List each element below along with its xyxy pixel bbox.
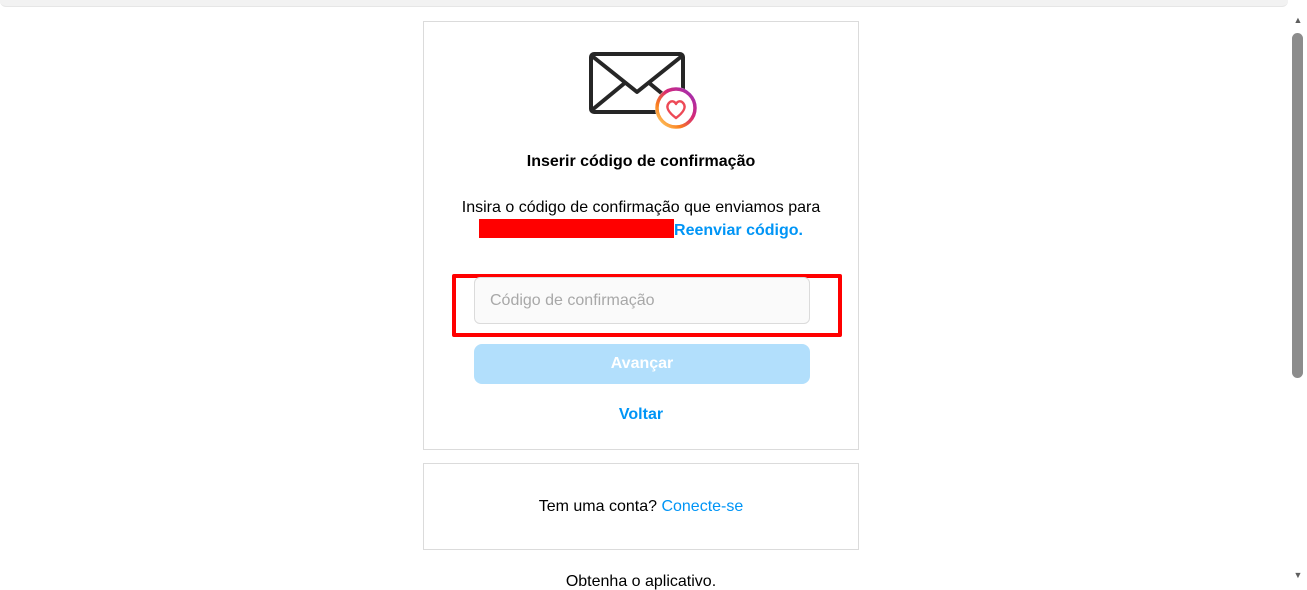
login-prompt: Tem uma conta? Conecte-se xyxy=(539,498,744,516)
confirmation-code-input[interactable] xyxy=(474,277,810,324)
scroll-thumb[interactable] xyxy=(1292,33,1303,378)
scrollbar[interactable]: ▲ ▼ xyxy=(1289,0,1307,590)
next-button[interactable]: Avançar xyxy=(474,344,810,384)
description-text: Insira o código de confirmação que envia… xyxy=(461,199,821,216)
login-prompt-text: Tem uma conta? xyxy=(538,497,657,515)
redacted-contact xyxy=(479,219,675,238)
login-link[interactable]: Conecte-se xyxy=(661,498,743,515)
scroll-up-arrow-icon[interactable]: ▲ xyxy=(1289,11,1307,29)
top-edge xyxy=(0,0,1288,7)
get-app-text: Obtenha o aplicativo. xyxy=(565,573,717,590)
scroll-down-arrow-icon[interactable]: ▼ xyxy=(1289,566,1307,584)
resend-code-link[interactable]: Reenviar código. xyxy=(674,222,803,239)
confirmation-card: Inserir código de confirmação Insira o c… xyxy=(423,21,859,450)
page: Inserir código de confirmação Insira o c… xyxy=(0,0,1307,590)
page-title: Inserir código de confirmação xyxy=(526,153,756,170)
back-link[interactable]: Voltar xyxy=(424,406,858,424)
confirmation-description: Insira o código de confirmação que envia… xyxy=(454,197,828,242)
mail-heart-icon xyxy=(589,52,697,129)
login-prompt-card: Tem uma conta? Conecte-se xyxy=(423,463,859,550)
